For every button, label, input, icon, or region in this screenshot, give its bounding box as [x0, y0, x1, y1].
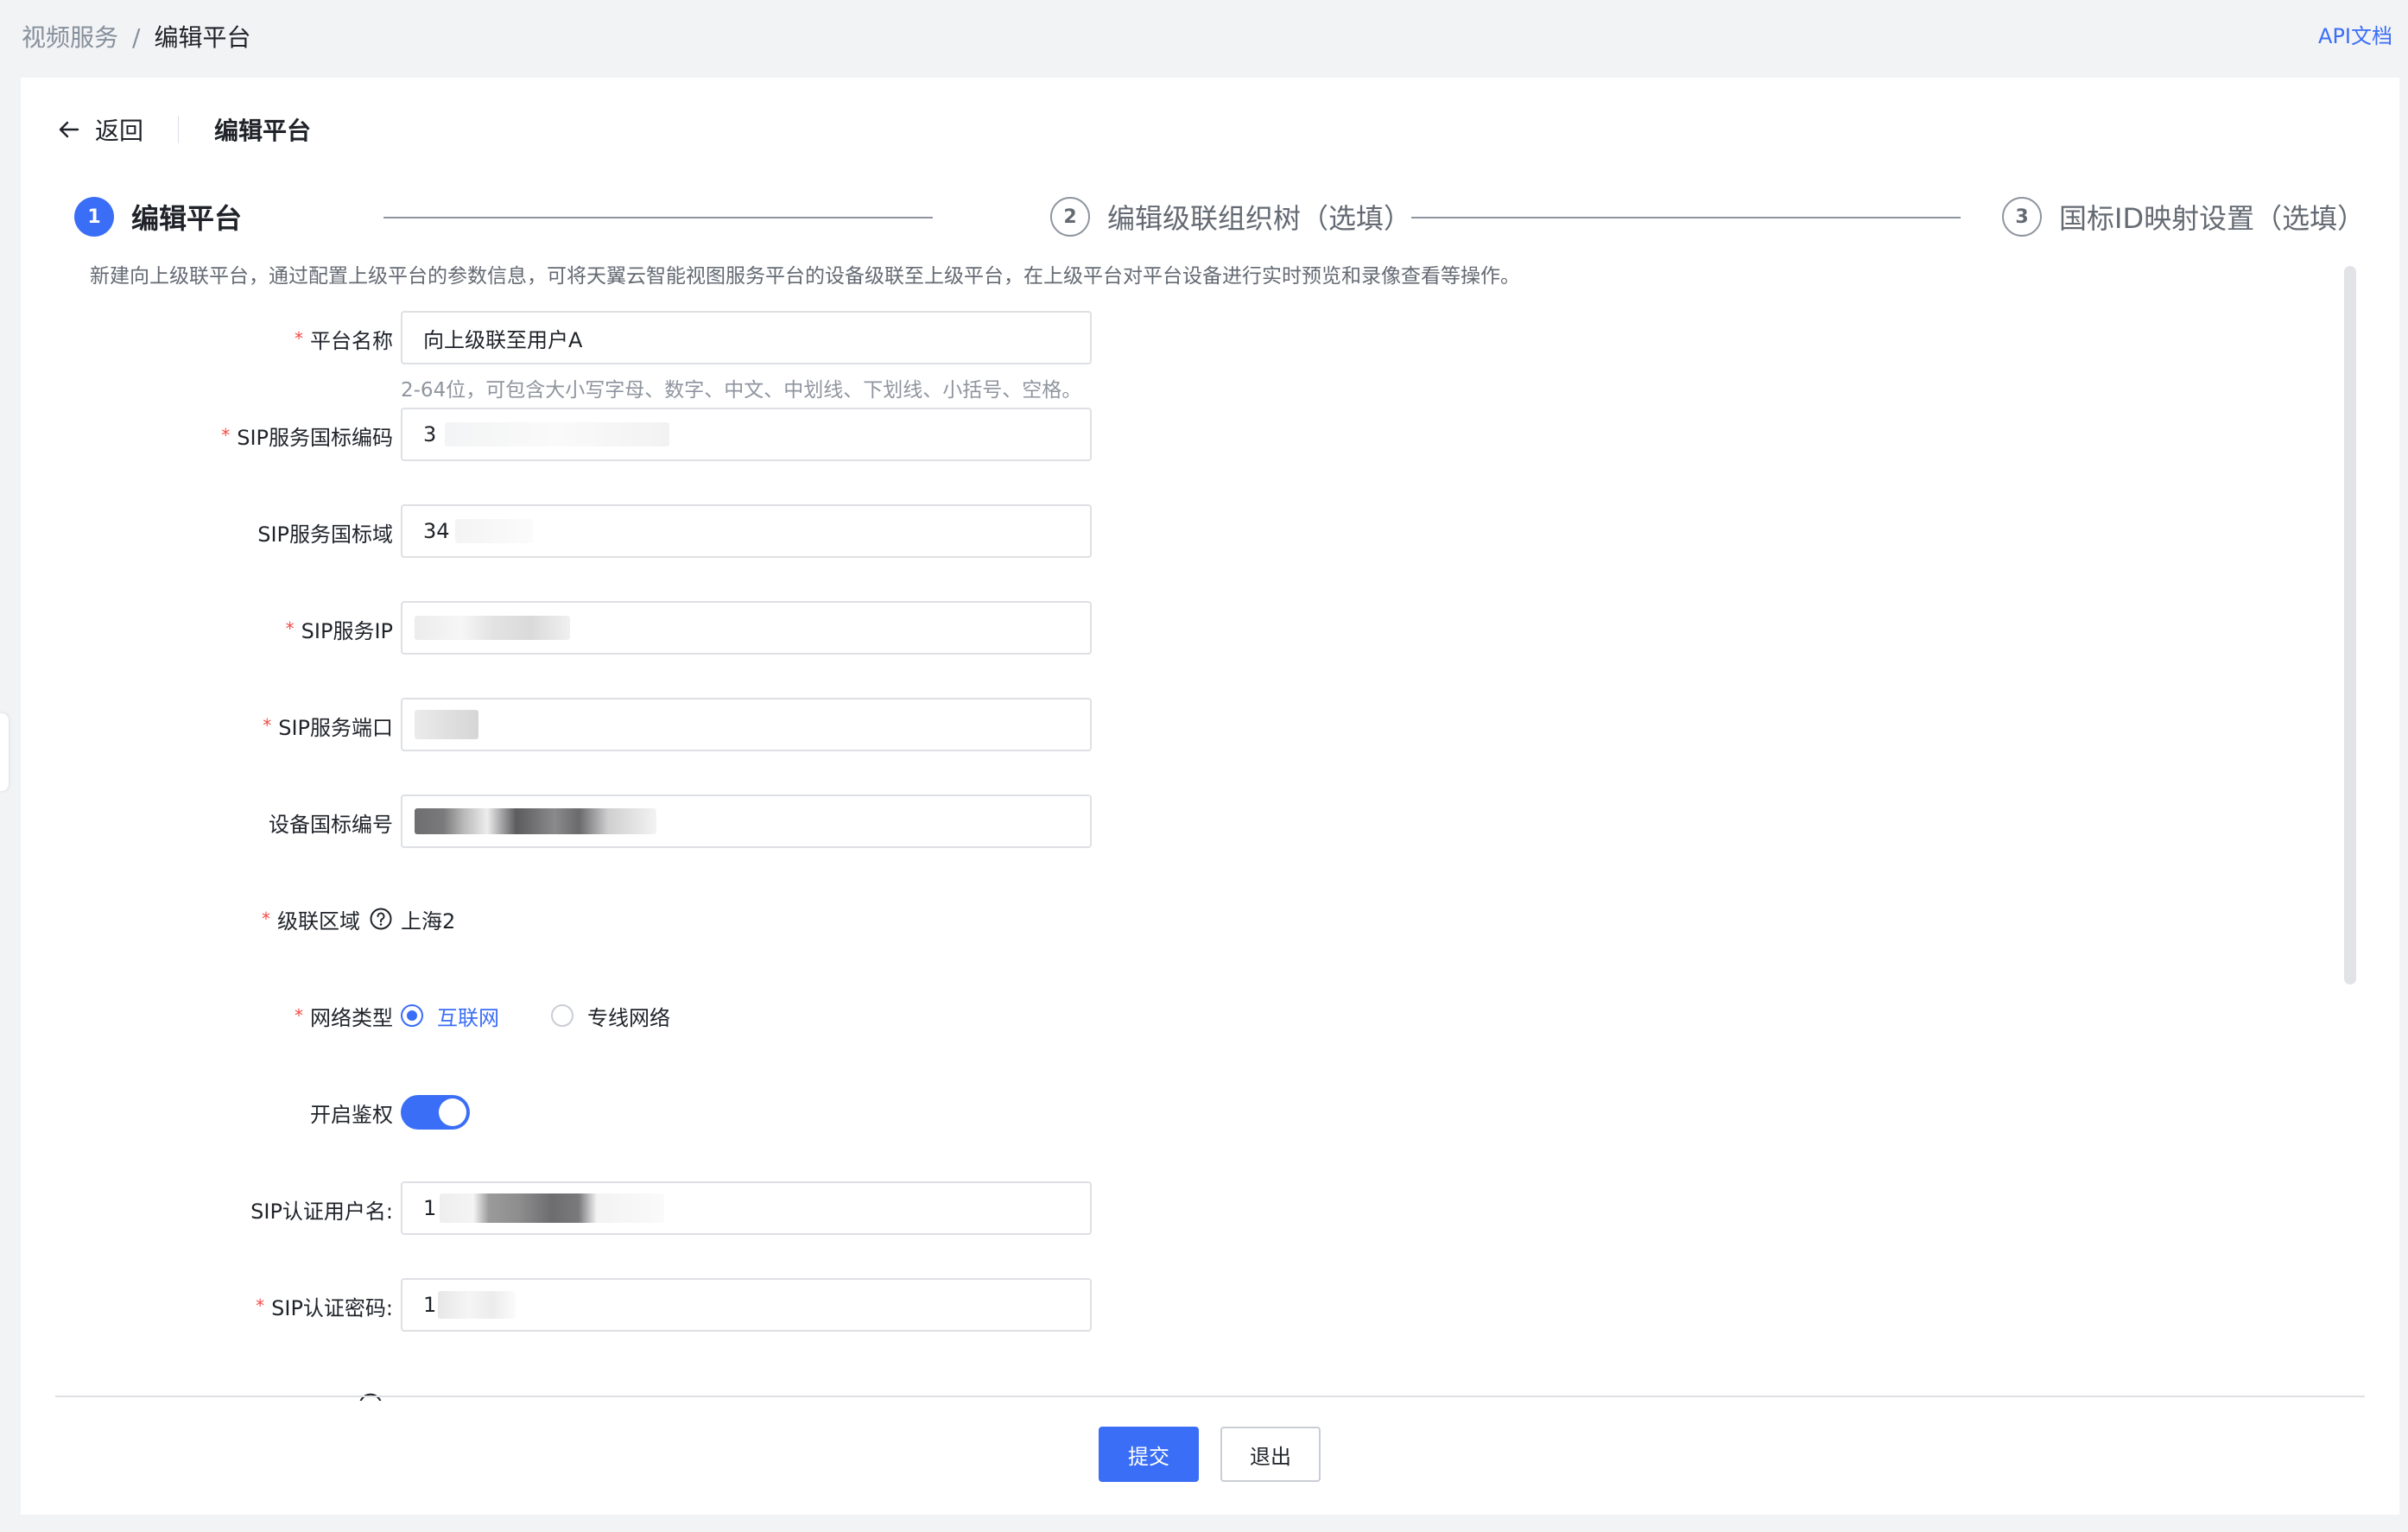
steps-bar: 1 编辑平台 2 编辑级联组织树（选填） 3 国标ID映射设置（选填）	[74, 197, 2365, 242]
auth-toggle-switch[interactable]	[401, 1095, 470, 1130]
form-row-sip-domain: SIP服务国标域 34	[21, 504, 2399, 560]
top-bar: 视频服务 / 编辑平台 API文档	[0, 0, 2408, 76]
form-row-sip-auth-password: * SIP认证密码: 1	[21, 1278, 2399, 1333]
sip-auth-user-input[interactable]: 1	[401, 1181, 1092, 1235]
step-label: 编辑级联组织树（选填）	[1107, 202, 1412, 235]
side-panel-handle[interactable]	[0, 713, 9, 791]
field-label: * 网络类型	[295, 1005, 393, 1030]
breadcrumb-parent[interactable]: 视频服务	[22, 23, 118, 52]
form-row-network-type: * 网络类型 互联网 专线网络	[21, 988, 2399, 1043]
field-label: * 级联区域	[262, 891, 393, 946]
network-type-radio-group: 互联网 专线网络	[401, 988, 722, 1043]
step-3[interactable]: 3 国标ID映射设置（选填）	[2002, 197, 2365, 237]
form-row-sip-ip: * SIP服务IP	[21, 601, 2399, 656]
field-label: * SIP认证密码:	[256, 1295, 393, 1320]
platform-name-input[interactable]: 向上级联至用户A	[401, 311, 1092, 364]
arrow-left-icon	[59, 121, 79, 138]
redacted-value	[440, 1193, 665, 1223]
step-connector	[383, 217, 933, 218]
form-row-auth-toggle: 开启鉴权	[21, 1085, 2399, 1140]
radio-checked-icon	[401, 1004, 423, 1027]
step-label: 编辑平台	[131, 202, 243, 235]
toggle-knob	[439, 1098, 466, 1126]
radio-private-line[interactable]: 专线网络	[551, 1001, 670, 1031]
form-row-platform-name: * 平台名称 向上级联至用户A 2-64位，可包含大小写字母、数字、中文、中划线、…	[21, 311, 2399, 402]
sip-code-input[interactable]: 3	[401, 408, 1092, 461]
field-label: * SIP服务国标编码	[221, 425, 393, 450]
submit-button[interactable]: 提交	[1099, 1427, 1199, 1482]
step-number: 3	[2002, 197, 2042, 237]
field-label: 设备国标编号	[269, 812, 393, 837]
footer-divider	[55, 1396, 2365, 1397]
required-mark: *	[295, 328, 303, 349]
form-row-cascade-region: * 级联区域 上海2	[21, 891, 2399, 946]
api-doc-link[interactable]: API文档	[2318, 19, 2392, 49]
field-label: SIP认证用户名:	[250, 1199, 393, 1224]
breadcrumb: 视频服务 / 编辑平台	[22, 19, 250, 54]
form-row-sip-port: * SIP服务端口	[21, 698, 2399, 753]
main-card: 返回 编辑平台 1 编辑平台 2 编辑级联组织树（选填） 3 国标ID映射设置（…	[21, 78, 2399, 1515]
redacted-value	[438, 1291, 516, 1319]
required-mark: *	[263, 715, 272, 736]
form-row-sip-auth-user: SIP认证用户名: 1	[21, 1181, 2399, 1237]
page-title: 编辑平台	[214, 117, 312, 145]
field-label: * 平台名称	[295, 328, 393, 353]
page-description: 新建向上级联平台，通过配置上级平台的参数信息，可将天翼云智能视图服务平台的设备级…	[90, 265, 1520, 288]
sip-ip-input[interactable]	[401, 601, 1092, 655]
back-label: 返回	[95, 117, 144, 145]
redacted-value	[415, 616, 570, 640]
back-button[interactable]: 返回	[57, 112, 143, 147]
field-label: * SIP服务端口	[263, 715, 393, 740]
question-circle-icon[interactable]	[369, 907, 393, 931]
device-code-input[interactable]	[401, 794, 1092, 848]
step-connector	[1411, 217, 1961, 218]
required-mark: *	[285, 618, 295, 639]
cascade-region-value: 上海2	[401, 908, 456, 934]
sip-port-input[interactable]	[401, 698, 1092, 751]
redacted-value	[415, 710, 478, 739]
radio-unchecked-icon	[551, 1004, 573, 1027]
step-2[interactable]: 2 编辑级联组织树（选填）	[1050, 197, 1411, 237]
step-1[interactable]: 1 编辑平台	[74, 197, 242, 237]
redacted-value	[454, 519, 533, 543]
exit-button[interactable]: 退出	[1220, 1427, 1321, 1482]
form-row-device-code: 设备国标编号	[21, 794, 2399, 850]
field-label: SIP服务国标域	[257, 522, 393, 547]
radio-internet[interactable]: 互联网	[401, 1001, 499, 1031]
required-mark: *	[262, 908, 270, 929]
field-label: 开启鉴权	[310, 1102, 393, 1127]
breadcrumb-current: 编辑平台	[154, 23, 251, 52]
breadcrumb-separator: /	[132, 23, 141, 52]
step-number: 2	[1050, 197, 1090, 237]
redacted-value	[415, 808, 656, 834]
sip-domain-input[interactable]: 34	[401, 504, 1092, 558]
step-label: 国标ID映射设置（选填）	[2059, 202, 2366, 235]
step-number: 1	[74, 197, 114, 237]
platform-name-hint: 2-64位，可包含大小写字母、数字、中文、中划线、下划线、小括号、空格。	[401, 379, 1082, 402]
form-row-sip-code: * SIP服务国标编码 3	[21, 408, 2399, 463]
field-label: * SIP服务IP	[285, 618, 393, 643]
required-mark: *	[295, 1005, 303, 1026]
sip-auth-password-input[interactable]: 1	[401, 1278, 1092, 1332]
redacted-value	[445, 422, 670, 446]
required-mark: *	[256, 1295, 265, 1316]
required-mark: *	[221, 425, 231, 446]
header-divider	[178, 116, 179, 143]
